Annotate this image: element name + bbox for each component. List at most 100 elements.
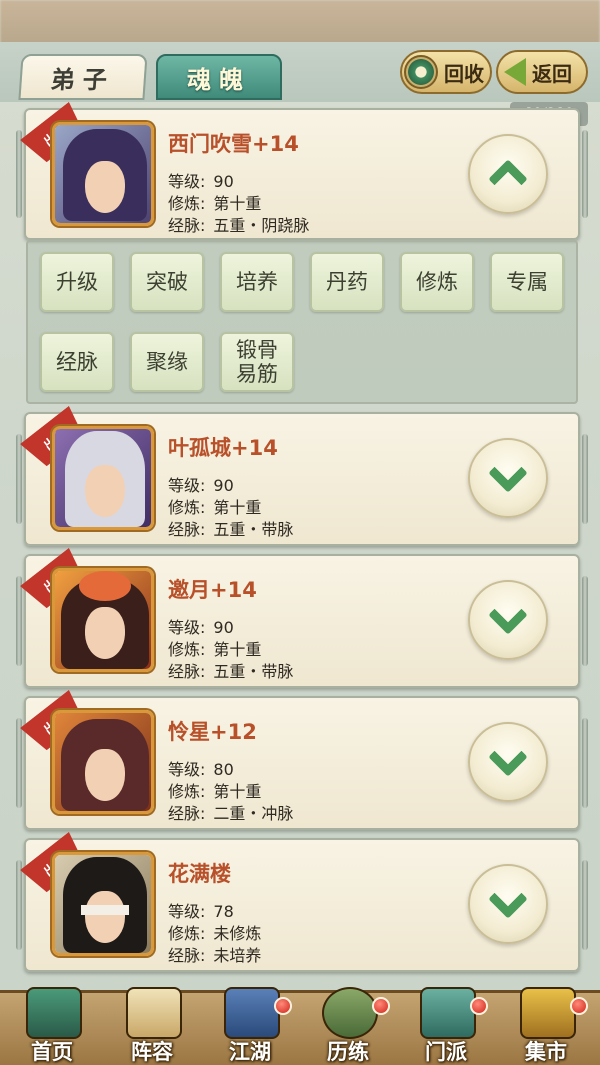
card-rail-right <box>582 860 588 950</box>
cultivation-stat: 修炼: 第十重 <box>168 494 261 518</box>
tab-disciples[interactable]: 弟子 <box>18 54 148 100</box>
level-key: 等级: <box>168 902 206 921</box>
card-rail-left <box>16 130 22 218</box>
portrait-avatar[interactable] <box>52 710 154 814</box>
meridian-key: 经脉: <box>168 946 206 965</box>
disciple-card[interactable]: 出战 叶孤城+14 等级:90 修炼:第十重 经脉:五重・带脉 <box>16 412 588 546</box>
cultivation-value: 第十重 <box>213 194 262 213</box>
nav-market[interactable]: 集市 <box>498 987 594 1065</box>
chevron-down-icon <box>488 595 528 635</box>
bond-button[interactable]: 聚缘 <box>130 332 204 392</box>
card-rail-left <box>16 718 22 808</box>
reforge-button[interactable]: 锻骨易筋 <box>220 332 294 392</box>
level-value: 90 <box>213 476 234 495</box>
nav-sect[interactable]: 门派 <box>398 987 494 1065</box>
recycle-icon <box>404 55 438 89</box>
card-rail-left <box>16 576 22 666</box>
upgrade-button[interactable]: 升级 <box>40 252 114 312</box>
nav-formation[interactable]: 阵容 <box>104 987 200 1065</box>
disciple-name: 怜星+12 <box>168 720 257 744</box>
action-panel: 升级 突破 培养 丹药 修炼 专属 经脉 聚缘 锻骨易筋 <box>26 240 578 404</box>
cultivation-key: 修炼: <box>168 924 206 943</box>
level-stat: 等级: 78 <box>168 898 234 922</box>
cultivation-value: 第十重 <box>213 782 262 801</box>
cultivation-key: 修炼: <box>168 498 206 517</box>
notification-dot <box>470 997 488 1015</box>
nav-trial-label: 历练 <box>327 1040 369 1064</box>
cultivation-stat: 修炼: 第十重 <box>168 190 261 214</box>
notification-dot <box>372 997 390 1015</box>
cultivation-stat: 修炼: 第十重 <box>168 636 261 660</box>
card-rail-right <box>582 434 588 524</box>
treasure-chest-icon <box>520 987 576 1039</box>
disciple-card[interactable]: 出战 花满楼 等级:78 修炼:未修炼 经脉:未培养 <box>16 838 588 972</box>
portrait-avatar[interactable] <box>52 568 154 672</box>
portrait-avatar[interactable] <box>52 852 154 956</box>
book-icon <box>224 987 280 1039</box>
disciple-card[interactable]: 出战 西门吹雪+14 等级:90 修炼:第十重 经脉:五重・阴跷脉 <box>16 108 588 240</box>
card-rail-right <box>582 718 588 808</box>
cultivation-stat: 修炼: 未修炼 <box>168 920 261 944</box>
level-stat: 等级: 90 <box>168 168 234 192</box>
meridian-stat: 经脉: 五重・带脉 <box>168 658 293 682</box>
nav-jianghu[interactable]: 江湖 <box>202 987 298 1065</box>
card-rail-left <box>16 860 22 950</box>
collapse-button[interactable] <box>468 134 548 214</box>
meridian-key: 经脉: <box>168 804 206 823</box>
level-value: 80 <box>213 760 234 779</box>
portrait-avatar[interactable] <box>52 122 154 226</box>
expand-button[interactable] <box>468 438 548 518</box>
meridian-stat: 经脉: 未培养 <box>168 942 261 966</box>
arrow-left-icon <box>504 58 526 86</box>
disciple-card[interactable]: 出战 怜星+12 等级:80 修炼:第十重 经脉:二重・冲脉 <box>16 696 588 830</box>
card-rail-right <box>582 576 588 666</box>
meridian-key: 经脉: <box>168 216 206 235</box>
breakthrough-button[interactable]: 突破 <box>130 252 204 312</box>
cultivation-key: 修炼: <box>168 640 206 659</box>
sect-gate-icon <box>420 987 476 1039</box>
expand-button[interactable] <box>468 722 548 802</box>
expand-button[interactable] <box>468 864 548 944</box>
chevron-down-icon <box>488 453 528 493</box>
card-rail-right <box>582 130 588 218</box>
train-button[interactable]: 培养 <box>220 252 294 312</box>
disciple-card[interactable]: 出战 邀月+14 等级:90 修炼:第十重 经脉:五重・带脉 <box>16 554 588 688</box>
disciple-name: 西门吹雪+14 <box>168 132 299 156</box>
tab-souls[interactable]: 魂魄 <box>156 54 282 100</box>
nav-market-label: 集市 <box>525 1040 567 1064</box>
chevron-up-icon <box>488 159 528 199</box>
bottom-nav: 首页 阵容 江湖 历练 门派 集市 <box>0 987 600 1065</box>
home-icon <box>26 987 82 1039</box>
portrait-avatar[interactable] <box>52 426 154 530</box>
chevron-down-icon <box>488 879 528 919</box>
expand-button[interactable] <box>468 580 548 660</box>
level-value: 90 <box>213 618 234 637</box>
top-status-bar <box>0 0 600 46</box>
meridian-stat: 经脉: 五重・阴跷脉 <box>168 212 309 236</box>
back-button[interactable]: 返回 <box>496 50 588 94</box>
meridian-button[interactable]: 经脉 <box>40 332 114 392</box>
meridian-value: 未培养 <box>213 946 262 965</box>
cultivation-value: 第十重 <box>213 640 262 659</box>
level-key: 等级: <box>168 618 206 637</box>
recycle-label: 回收 <box>444 61 484 86</box>
nav-home[interactable]: 首页 <box>4 987 100 1065</box>
exclusive-button[interactable]: 专属 <box>490 252 564 312</box>
cultivate-button[interactable]: 修炼 <box>400 252 474 312</box>
nav-sect-label: 门派 <box>425 1040 467 1064</box>
cultivation-value: 第十重 <box>213 498 262 517</box>
recycle-button[interactable]: 回收 <box>400 50 492 94</box>
meridian-key: 经脉: <box>168 662 206 681</box>
nav-trial[interactable]: 历练 <box>300 987 396 1065</box>
disciple-name: 花满楼 <box>168 862 231 886</box>
cultivation-stat: 修炼: 第十重 <box>168 778 261 802</box>
level-key: 等级: <box>168 172 206 191</box>
scroll-icon <box>126 987 182 1039</box>
meridian-value: 五重・阴跷脉 <box>213 216 310 235</box>
meridian-stat: 经脉: 五重・带脉 <box>168 516 293 540</box>
level-value: 90 <box>213 172 234 191</box>
notification-dot <box>570 997 588 1015</box>
elixir-button[interactable]: 丹药 <box>310 252 384 312</box>
notification-dot <box>274 997 292 1015</box>
cultivation-value: 未修炼 <box>213 924 262 943</box>
